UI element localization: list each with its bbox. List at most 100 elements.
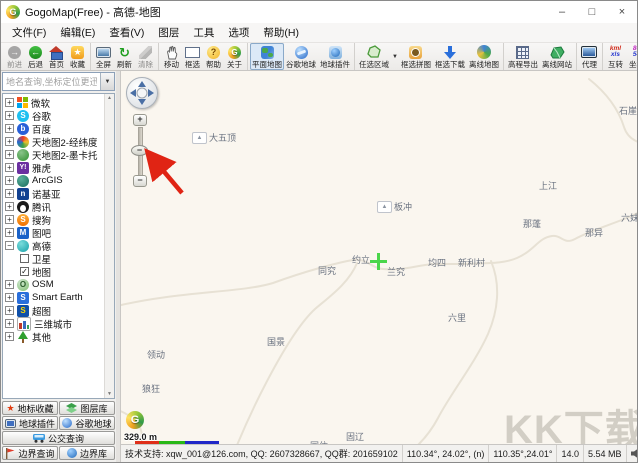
expand-toggle-icon[interactable]: +: [5, 98, 14, 107]
expand-toggle-icon[interactable]: +: [5, 111, 14, 120]
minimize-button[interactable]: –: [547, 1, 577, 23]
tree-item-osm[interactable]: +OOSM: [5, 278, 102, 291]
map-place-label: 国景: [267, 335, 285, 348]
tree-child-item[interactable]: ✓地图: [5, 265, 102, 278]
tree-item-sogou[interactable]: +S搜狗: [5, 213, 102, 226]
sidebar-button-globe[interactable]: 边界库: [59, 446, 115, 460]
tree-item-gaode[interactable]: −高德: [5, 239, 102, 252]
expand-toggle-icon[interactable]: +: [5, 306, 14, 315]
toolbar-button-hand[interactable]: 移动: [161, 43, 182, 70]
map-place-text: 均四: [428, 256, 446, 269]
menu-item[interactable]: 文件(F): [5, 23, 53, 42]
tree-item-google[interactable]: +S谷歌: [5, 109, 102, 122]
toolbar-button-label: 高程导出: [508, 61, 538, 69]
menu-item[interactable]: 编辑(E): [53, 23, 102, 42]
scroll-down-icon[interactable]: ▼: [107, 391, 112, 397]
tree-item-other[interactable]: +其他: [5, 330, 102, 343]
sidebar-button-bus[interactable]: 公交查询: [2, 431, 115, 445]
expand-toggle-icon[interactable]: +: [5, 163, 14, 172]
toolbar-button-snapshot[interactable]: 框选拼图: [399, 43, 433, 70]
menu-item[interactable]: 图层: [151, 23, 186, 42]
toolbar-button-proxy[interactable]: 代理: [579, 43, 600, 70]
chevron-down-icon[interactable]: ▼: [391, 54, 399, 60]
expand-toggle-icon[interactable]: +: [5, 293, 14, 302]
toolbar-button-nav-forward[interactable]: →前进: [4, 43, 25, 70]
toolbar-button-about[interactable]: G关于: [224, 43, 245, 70]
tree-item-smartearth[interactable]: +SSmart Earth: [5, 291, 102, 304]
expand-toggle-icon[interactable]: +: [5, 332, 14, 341]
tree-item-arcgis[interactable]: +ArcGIS: [5, 174, 102, 187]
zoom-in-button[interactable]: +: [133, 114, 147, 126]
menu-item[interactable]: 选项: [221, 23, 256, 42]
sidebar-button-layers[interactable]: 图层库: [59, 401, 115, 415]
expand-toggle-icon[interactable]: +: [5, 319, 14, 328]
toolbar-button-region-polygon[interactable]: 任选区域: [357, 43, 391, 70]
tree-item-tencent[interactable]: +腾讯: [5, 200, 102, 213]
toolbar-button-earth-plugin[interactable]: 地球插件: [318, 43, 352, 70]
menu-item[interactable]: 帮助(H): [256, 23, 306, 42]
expand-toggle-icon[interactable]: +: [5, 176, 14, 185]
sidebar-button-screen[interactable]: 地球插件: [2, 416, 58, 430]
search-dropdown-button[interactable]: ▼: [100, 73, 114, 90]
pan-down-icon[interactable]: [138, 99, 146, 105]
expand-toggle-icon[interactable]: +: [5, 150, 14, 159]
pan-up-icon[interactable]: [138, 81, 146, 87]
sidebar-button-star[interactable]: ★地标收藏: [2, 401, 58, 415]
expand-toggle-icon[interactable]: −: [5, 241, 14, 250]
toolbar-button-home[interactable]: 首页: [46, 43, 67, 70]
sidebar-button-ge-globe[interactable]: 谷歌地球: [59, 416, 115, 430]
toolbar-button-google-earth[interactable]: 谷歌地球: [284, 43, 318, 70]
toolbar-button-convert[interactable]: kmlxls互转: [605, 43, 626, 70]
expand-toggle-icon[interactable]: +: [5, 124, 14, 133]
expand-toggle-icon[interactable]: +: [5, 202, 14, 211]
toolbar-button-offline-site[interactable]: 离线网站: [540, 43, 574, 70]
search-input[interactable]: [3, 73, 100, 90]
toolbar-button-fullscreen[interactable]: 全屏: [93, 43, 114, 70]
toolbar-button-rect-select[interactable]: 框选: [182, 43, 203, 70]
maximize-button[interactable]: □: [577, 1, 607, 23]
scroll-up-icon[interactable]: ▲: [107, 95, 112, 101]
toolbar-button-offline-map[interactable]: 离线地图: [467, 43, 501, 70]
pan-right-icon[interactable]: [148, 89, 154, 97]
expand-toggle-icon[interactable]: +: [5, 228, 14, 237]
pan-center-icon[interactable]: [137, 88, 148, 99]
map-canvas[interactable]: + − − G 329.0 m KK下载 石崖▲大五顶上江▲板冲那蓬六妹那异约立…: [121, 71, 637, 444]
pan-compass-control[interactable]: [126, 77, 158, 109]
checked-checkbox[interactable]: ✓: [20, 267, 29, 276]
tree-scrollbar[interactable]: ▲▼: [104, 94, 114, 398]
menu-item[interactable]: 查看(V): [102, 23, 151, 42]
toolbar-button-elevation-export[interactable]: 高程导出: [506, 43, 540, 70]
sogou-icon: S: [17, 214, 29, 226]
unchecked-checkbox[interactable]: [20, 254, 29, 263]
expand-toggle-icon[interactable]: +: [5, 189, 14, 198]
tree-child-item[interactable]: 卫星: [5, 252, 102, 265]
tree-item-supermap[interactable]: +S超图: [5, 304, 102, 317]
tree-item-yahoo[interactable]: +Y!雅虎: [5, 161, 102, 174]
toolbar-button-refresh[interactable]: ↻刷新: [114, 43, 135, 70]
toolbar-button-favorite[interactable]: ★收藏: [67, 43, 88, 70]
expand-toggle-icon[interactable]: +: [5, 215, 14, 224]
toolbar-button-download[interactable]: 框选下载: [433, 43, 467, 70]
menu-item[interactable]: 工具: [186, 23, 221, 42]
tree-item-microsoft[interactable]: +微软: [5, 96, 102, 109]
tree-item-mapbar[interactable]: +M图吧: [5, 226, 102, 239]
tree-item-tianditu-latlon[interactable]: +天地图2-经纬度: [5, 135, 102, 148]
toolbar-button-label: 坐标: [629, 61, 637, 69]
nokia-icon: n: [17, 188, 29, 200]
tree-item-tianditu-mercator[interactable]: +天地图2-墨卡托: [5, 148, 102, 161]
tree-item-city3d[interactable]: +三维城市: [5, 317, 102, 330]
expand-toggle-icon[interactable]: +: [5, 280, 14, 289]
toolbar-button-nav-back[interactable]: ←后退: [25, 43, 46, 70]
close-button[interactable]: ×: [607, 1, 637, 23]
toolbar-button-flat-map[interactable]: 平面地图: [250, 43, 284, 70]
toolbar-button-help[interactable]: ?帮助: [203, 43, 224, 70]
expand-toggle-icon[interactable]: +: [5, 137, 14, 146]
sidebar-button-flag[interactable]: 边界查询: [2, 446, 58, 460]
layer-tree: ▲▼ +微软+S谷歌+b百度+天地图2-经纬度+天地图2-墨卡托+Y!雅虎+Ar…: [2, 93, 115, 399]
pan-left-icon[interactable]: [130, 89, 136, 97]
tree-item-nokia[interactable]: +n诺基亚: [5, 187, 102, 200]
toolbar-button-label: 互转: [608, 61, 623, 69]
toolbar-button-coords[interactable]: 8054坐标: [626, 43, 637, 70]
toolbar-button-clear[interactable]: 清除: [135, 43, 156, 70]
tree-item-baidu[interactable]: +b百度: [5, 122, 102, 135]
